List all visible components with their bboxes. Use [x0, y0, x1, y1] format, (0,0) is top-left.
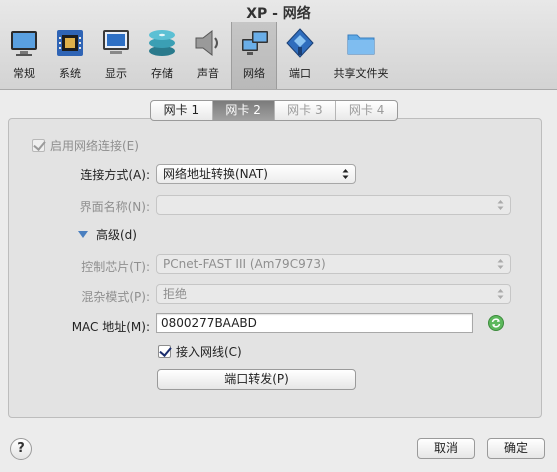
enable-adapter-label: 启用网络连接(E) — [50, 139, 139, 153]
monitor-general-icon — [11, 31, 37, 56]
window-title: XP - 网络 — [246, 6, 311, 22]
advanced-label: 高级(d) — [96, 228, 137, 242]
folder-icon — [347, 34, 375, 55]
name-select[interactable] — [156, 195, 511, 215]
toolbar-label: 共享文件夹 — [333, 67, 389, 80]
tab-adapter-1[interactable]: 网卡 1 — [151, 101, 213, 120]
refresh-mac-icon[interactable] — [488, 315, 504, 331]
tab-adapter-3[interactable]: 网卡 3 — [275, 101, 337, 120]
toolbar-item-ports[interactable]: 端口 — [277, 24, 323, 88]
advanced-disclosure[interactable]: 高级(d) — [78, 226, 137, 243]
attach-label: 连接方式(A): — [80, 168, 150, 182]
mac-input[interactable]: 0800277BAABD — [156, 313, 473, 333]
updown-arrows-icon — [497, 200, 504, 210]
enable-adapter-checkbox[interactable] — [32, 139, 45, 152]
adapter-tabs: 网卡 1 网卡 2 网卡 3 网卡 4 — [150, 100, 398, 121]
toolbar-label: 端口 — [289, 67, 311, 80]
settings-window: XP - 网络 常规 系统 显示 存储 声音 网络 端口 共享文件夹 网卡 1 … — [0, 0, 557, 472]
mac-label: MAC 地址(M): — [71, 320, 150, 334]
tab-adapter-4[interactable]: 网卡 4 — [336, 101, 397, 120]
cancel-button[interactable]: 取消 — [417, 438, 475, 459]
enable-adapter-row: 启用网络连接(E) — [32, 137, 139, 154]
toolbar-item-shared-folders[interactable]: 共享文件夹 — [334, 24, 389, 88]
promisc-label: 混杂模式(P): — [81, 290, 150, 304]
help-button[interactable]: ? — [10, 438, 32, 460]
cable-connected-checkbox[interactable] — [158, 345, 171, 358]
serial-port-icon — [286, 28, 314, 58]
chip-system-icon — [57, 30, 83, 56]
updown-arrows-icon — [497, 289, 504, 299]
adapter-type-select[interactable]: PCnet-FAST III (Am79C973) — [156, 254, 511, 274]
disclosure-triangle-icon — [78, 231, 88, 238]
display-icon — [103, 30, 129, 54]
updown-arrows-icon — [497, 259, 504, 269]
attach-select[interactable]: 网络地址转换(NAT) — [156, 164, 356, 184]
promisc-select[interactable]: 拒绝 — [156, 284, 511, 304]
speaker-icon — [195, 29, 218, 57]
adapter-type-value: PCnet-FAST III (Am79C973) — [163, 257, 326, 271]
disks-storage-icon — [149, 30, 175, 56]
promisc-value: 拒绝 — [163, 287, 188, 301]
tab-adapter-2[interactable]: 网卡 2 — [212, 101, 275, 120]
network-icon — [242, 31, 268, 55]
attach-value: 网络地址转换(NAT) — [163, 167, 268, 181]
port-forwarding-button[interactable]: 端口转发(P) — [157, 369, 356, 390]
cable-connected-label: 接入网线(C) — [176, 345, 242, 359]
name-label: 界面名称(N): — [79, 200, 150, 214]
ok-button[interactable]: 确定 — [487, 438, 545, 459]
cable-connected-row: 接入网线(C) — [158, 343, 242, 360]
updown-arrows-icon — [342, 169, 349, 179]
adapter-type-label: 控制芯片(T): — [81, 260, 150, 274]
toolbar: XP - 网络 常规 系统 显示 存储 声音 网络 端口 共享文件夹 — [0, 0, 557, 90]
